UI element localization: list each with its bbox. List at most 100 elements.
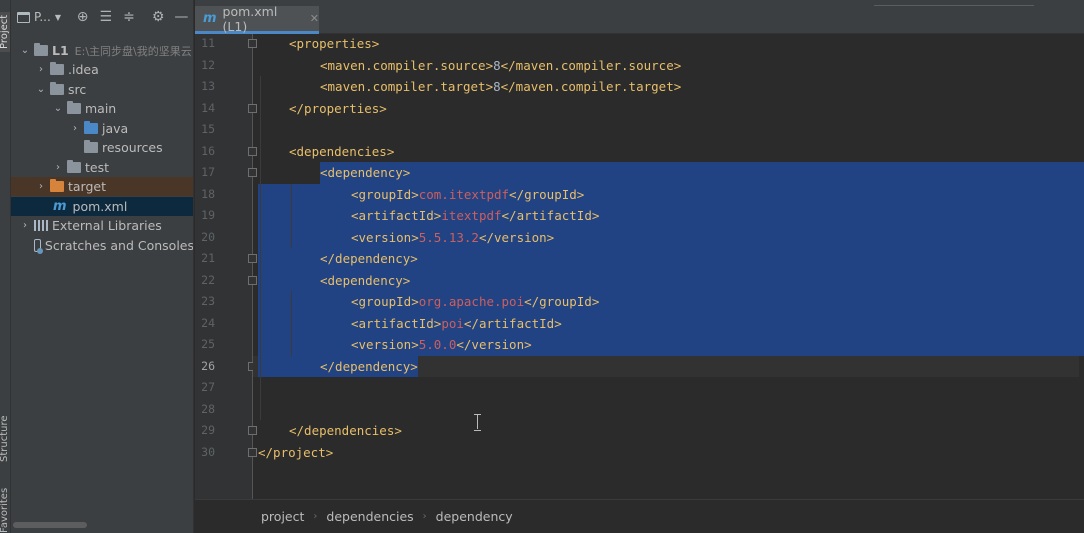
close-icon[interactable]: ✕ [310, 12, 319, 25]
tree-item-pom-xml[interactable]: m pom.xml [11, 197, 193, 216]
chevron-down-icon[interactable]: ⌄ [19, 45, 31, 56]
code-area[interactable]: <properties> <maven.compiler.source>8</ma… [253, 33, 1084, 499]
line-number-gutter: 11 12 13 14 15 16 17 18 19 20 21 22 23 24 25 26 27 28 29 30 [195, 34, 276, 499]
xml-open-tag: </dependency> [320, 358, 418, 374]
tree-item-label: .idea [68, 62, 99, 77]
breadcrumb-separator: › [422, 511, 427, 522]
code-line: <maven.compiler.source>8</maven.compiler… [320, 55, 681, 77]
project-toolbar: P... ▼ ⊕ ☰ ≑ ⚙ — [11, 0, 193, 34]
code-line: <properties> [289, 33, 379, 55]
structure-tool-tab[interactable]: Structure [0, 415, 10, 462]
chevron-right-icon[interactable]: › [19, 220, 31, 231]
breadcrumb-item-dependency[interactable]: dependency [436, 509, 513, 524]
code-line: <version>5.5.13.2</version> [351, 227, 554, 249]
tab-label: pom.xml (L1) [222, 3, 278, 34]
xml-close-tag: </maven.compiler.target> [500, 79, 682, 94]
excluded-folder-icon [50, 179, 64, 192]
fold-marker-icon[interactable] [248, 275, 257, 285]
chevron-down-icon[interactable]: ⌄ [35, 84, 47, 95]
code-line: <maven.compiler.target>8</maven.compiler… [320, 76, 681, 98]
folder-icon [67, 160, 81, 173]
fold-marker-icon[interactable] [248, 168, 257, 177]
tab-pom-xml[interactable]: m pom.xml (L1) ✕ [195, 3, 319, 34]
line-number: 21 [201, 251, 215, 265]
code-line: </dependency> [320, 356, 418, 378]
tree-item-resources[interactable]: resources [11, 138, 193, 157]
xml-open-tag: <properties> [289, 36, 380, 51]
dropdown-arrow-icon: ▼ [54, 12, 61, 22]
project-tool-tab[interactable]: Project [0, 11, 10, 52]
xml-open-tag: <groupId> [351, 186, 419, 202]
fold-marker-icon[interactable] [248, 103, 257, 113]
code-line: <dependency> [320, 270, 410, 292]
line-number: 17 [201, 165, 215, 179]
code-line: <groupId>com.itextpdf</groupId> [351, 184, 584, 206]
folder-icon [67, 101, 81, 114]
expand-all-icon[interactable]: ☰ [94, 9, 117, 25]
breadcrumb: project › dependencies › dependency [195, 499, 1084, 533]
target-icon[interactable]: ⊕ [71, 9, 94, 25]
line-number: 23 [201, 294, 215, 308]
line-number: 19 [201, 208, 215, 222]
module-folder-icon [34, 43, 48, 56]
tree-item-main[interactable]: ⌄ main [11, 99, 193, 118]
tree-item-idea[interactable]: › .idea [11, 60, 193, 79]
xml-value: 8 [493, 79, 501, 94]
fold-marker-icon[interactable] [248, 254, 257, 263]
code-line: <dependencies> [289, 141, 394, 163]
xml-value: poi [441, 315, 464, 331]
tree-item-label: java [102, 121, 129, 136]
gear-icon[interactable]: ⚙ [147, 9, 170, 25]
xml-open-tag: <dependency> [320, 165, 411, 180]
tree-item-src[interactable]: ⌄ src [11, 80, 193, 99]
line-number: 11 [201, 36, 215, 50]
code-line: <artifactId>itextpdf</artifactId> [351, 205, 599, 227]
tree-item-external-libraries[interactable]: › External Libraries [11, 216, 193, 235]
breadcrumb-item-project[interactable]: project [261, 509, 304, 524]
tree-item-label: main [85, 101, 117, 116]
xml-value: 5.5.13.2 [418, 229, 479, 245]
favorites-tool-tab[interactable]: Favorites [0, 488, 10, 533]
tree-item-label: L1 [52, 43, 69, 58]
line-number: 24 [201, 315, 215, 330]
xml-open-tag: <maven.compiler.source> [320, 57, 494, 73]
xml-open-tag: </properties> [289, 100, 387, 116]
line-number: 20 [201, 229, 215, 244]
breadcrumb-item-dependencies[interactable]: dependencies [326, 509, 413, 524]
code-line: <dependency> [320, 162, 410, 184]
tree-item-target[interactable]: › target [11, 177, 193, 196]
tree-item-label: test [85, 160, 110, 175]
tree-item-scratches[interactable]: Scratches and Consoles [11, 236, 193, 255]
xml-open-tag: <version> [351, 337, 419, 352]
chevron-right-icon[interactable]: › [35, 64, 47, 75]
horizontal-scrollbar[interactable] [13, 522, 87, 528]
fold-marker-icon[interactable] [248, 426, 257, 435]
fold-marker-icon[interactable] [248, 146, 257, 156]
minimize-icon[interactable]: — [170, 9, 193, 25]
chevron-down-icon[interactable]: ⌄ [52, 103, 64, 114]
fold-marker-icon[interactable] [248, 39, 257, 48]
tree-item-label: src [68, 82, 87, 97]
chevron-right-icon[interactable]: › [69, 123, 81, 134]
chevron-right-icon[interactable]: › [52, 162, 64, 173]
folder-icon [50, 62, 64, 75]
tree-item-label: target [68, 179, 107, 194]
tree-item-l1[interactable]: ⌄ L1 E:\主同步盘\我的坚果云 [11, 41, 193, 60]
xml-close-tag: </artifactId> [463, 315, 562, 331]
xml-value: 5.0.0 [418, 337, 457, 352]
xml-close-tag: </version> [478, 229, 555, 245]
tree-item-test[interactable]: › test [11, 158, 193, 177]
project-view-selector[interactable]: P... ▼ [17, 10, 61, 24]
line-number: 14 [201, 100, 215, 115]
line-number: 30 [201, 444, 215, 459]
project-window-icon [17, 11, 30, 23]
tree-item-java[interactable]: › java [11, 119, 193, 138]
maven-icon: m [203, 11, 217, 26]
xml-open-tag: <maven.compiler.target> [320, 79, 494, 94]
library-icon [34, 220, 48, 231]
xml-value: itextpdf [441, 208, 502, 223]
fold-marker-icon[interactable] [248, 447, 257, 457]
chevron-right-icon[interactable]: › [35, 181, 47, 192]
xml-value: 8 [493, 57, 501, 73]
collapse-all-icon[interactable]: ≑ [117, 9, 140, 25]
